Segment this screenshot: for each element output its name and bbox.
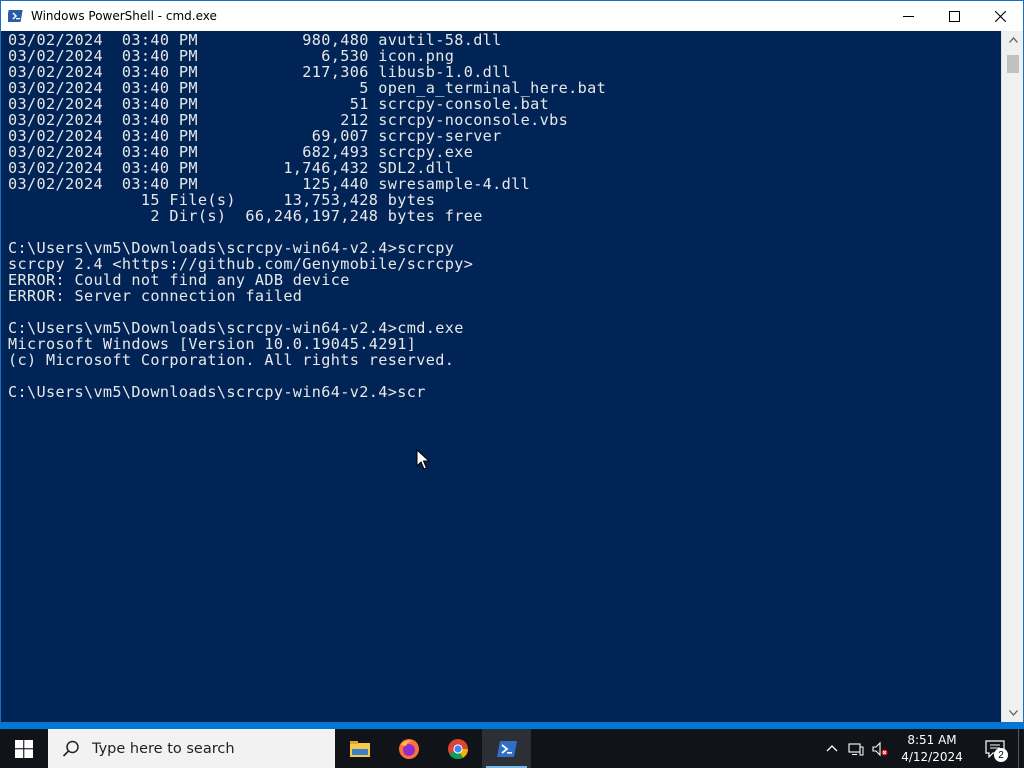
volume-muted-icon <box>872 741 888 756</box>
mouse-pointer-icon <box>416 449 430 470</box>
taskbar-app-firefox[interactable] <box>384 729 433 768</box>
console-output[interactable]: 03/02/2024 03:40 PM 980,480 avutil-58.dl… <box>1 31 1001 722</box>
console-line: 03/02/2024 03:40 PM 51 scrcpy-console.ba… <box>8 95 550 113</box>
clock-date: 4/12/2024 <box>901 749 963 764</box>
chevron-up-icon <box>1008 37 1018 43</box>
console-line: 15 File(s) 13,753,428 bytes <box>8 191 436 209</box>
scroll-down-button[interactable] <box>1002 704 1024 722</box>
system-tray: 8:51 AM 4/12/2024 2 <box>820 729 1024 768</box>
taskbar: Type here to search 8:51 AM 4/12/2024 2 <box>0 729 1024 768</box>
firefox-icon <box>398 738 419 759</box>
network-icon <box>848 742 864 755</box>
volume-button[interactable] <box>868 729 892 768</box>
console-line: scrcpy 2.4 <https://github.com/Genymobil… <box>8 255 474 273</box>
console-line: 03/02/2024 03:40 PM 5 open_a_terminal_he… <box>8 79 607 97</box>
vertical-scrollbar[interactable] <box>1001 31 1023 722</box>
notification-count-badge: 2 <box>994 748 1008 762</box>
search-icon <box>62 740 79 757</box>
console-line: 03/02/2024 03:40 PM 69,007 scrcpy-server <box>8 127 502 145</box>
clock[interactable]: 8:51 AM 4/12/2024 <box>892 729 972 768</box>
powershell-icon <box>496 740 517 757</box>
console-line: C:\Users\vm5\Downloads\scrcpy-win64-v2.4… <box>8 383 426 401</box>
action-center-button[interactable]: 2 <box>972 729 1018 768</box>
maximize-button[interactable] <box>931 1 977 31</box>
console-line: (c) Microsoft Corporation. All rights re… <box>8 351 455 369</box>
taskbar-app-file-explorer[interactable] <box>335 729 384 768</box>
close-button[interactable] <box>977 1 1023 31</box>
network-button[interactable] <box>844 729 868 768</box>
search-placeholder: Type here to search <box>92 740 235 757</box>
console-line: 03/02/2024 03:40 PM 980,480 avutil-58.dl… <box>8 31 502 49</box>
scroll-up-button[interactable] <box>1002 31 1024 49</box>
window-title: Windows PowerShell - cmd.exe <box>31 9 217 23</box>
console-line: C:\Users\vm5\Downloads\scrcpy-win64-v2.4… <box>8 239 455 257</box>
chrome-icon <box>447 738 468 759</box>
console-line: 03/02/2024 03:40 PM 1,746,432 SDL2.dll <box>8 159 455 177</box>
powershell-icon[interactable] <box>1 1 31 31</box>
console-line: 03/02/2024 03:40 PM 682,493 scrcpy.exe <box>8 143 474 161</box>
windows-logo-icon <box>15 739 33 758</box>
taskbar-search-box[interactable]: Type here to search <box>48 729 335 768</box>
folder-icon <box>349 740 370 757</box>
show-hidden-icons-button[interactable] <box>820 729 844 768</box>
scrollbar-thumb[interactable] <box>1007 55 1019 73</box>
console-line: 03/02/2024 03:40 PM 212 scrcpy-noconsole… <box>8 111 569 129</box>
console-line: Microsoft Windows [Version 10.0.19045.42… <box>8 335 417 353</box>
taskbar-app-powershell[interactable] <box>482 729 531 768</box>
console-line: ERROR: Could not find any ADB device <box>8 271 350 289</box>
console-line: 03/02/2024 03:40 PM 6,530 icon.png <box>8 47 455 65</box>
chevron-up-icon <box>826 744 838 751</box>
show-desktop-button[interactable] <box>1018 729 1024 768</box>
minimize-button[interactable] <box>885 1 931 31</box>
console-line: C:\Users\vm5\Downloads\scrcpy-win64-v2.4… <box>8 319 464 337</box>
powershell-window: Windows PowerShell - cmd.exe 03/02/2024 … <box>0 0 1024 723</box>
console-line: 2 Dir(s) 66,246,197,248 bytes free <box>8 207 483 225</box>
title-bar[interactable]: Windows PowerShell - cmd.exe <box>1 1 1023 31</box>
chevron-down-icon <box>1008 710 1018 716</box>
start-button[interactable] <box>0 729 48 768</box>
clock-time: 8:51 AM <box>907 732 957 747</box>
console-line: 03/02/2024 03:40 PM 217,306 libusb-1.0.d… <box>8 63 512 81</box>
close-icon <box>994 10 1006 22</box>
minimize-icon <box>902 15 914 17</box>
taskbar-app-chrome[interactable] <box>433 729 482 768</box>
maximize-icon <box>948 10 960 22</box>
console-line: 03/02/2024 03:40 PM 125,440 swresample-4… <box>8 175 531 193</box>
console-line: ERROR: Server connection failed <box>8 287 303 305</box>
console-text: 03/02/2024 03:40 PM 980,480 avutil-58.dl… <box>8 32 606 400</box>
